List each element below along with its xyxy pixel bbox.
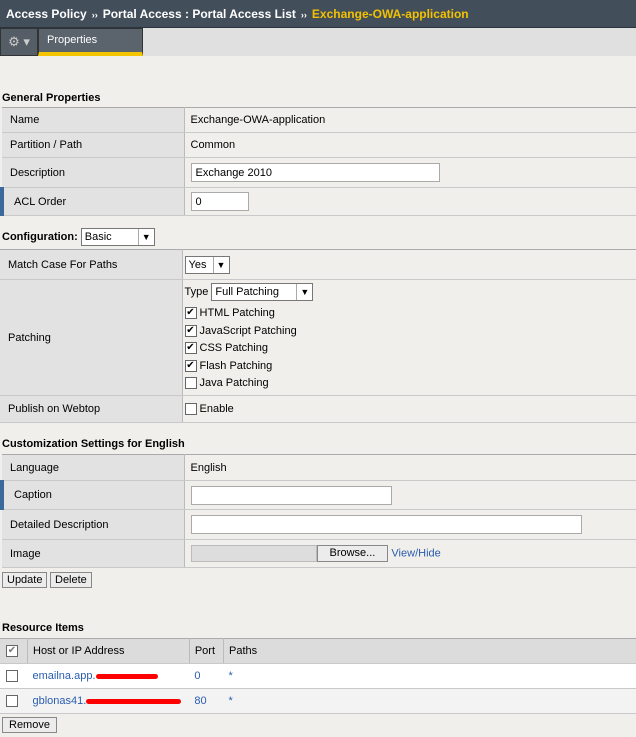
update-button[interactable]: Update — [2, 572, 48, 588]
tab-bar: ⚙ ▾ Properties — [0, 28, 636, 56]
option-label: Flash Patching — [199, 359, 273, 372]
delete-button[interactable]: Delete — [50, 572, 92, 588]
html-patching-option[interactable]: ✔ HTML Patching — [184, 304, 629, 322]
language-value: English — [184, 454, 636, 481]
tab-properties[interactable]: Properties — [38, 28, 143, 56]
row-checkbox[interactable] — [6, 670, 18, 683]
name-value: Exchange-OWA-application — [184, 107, 636, 133]
row-checkbox[interactable] — [6, 695, 18, 708]
general-properties-heading: General Properties — [2, 92, 101, 104]
configuration-value: Basic — [84, 231, 112, 243]
partition-value: Common — [184, 132, 636, 158]
patch-type-value: Full Patching — [215, 286, 279, 299]
general-properties-table: Name Exchange-OWA-application Partition /… — [0, 107, 636, 216]
name-label: Name — [2, 107, 185, 133]
partition-label: Partition / Path — [2, 132, 185, 158]
patch-type-select[interactable]: Full Patching ▼ — [211, 283, 314, 302]
image-file-field[interactable] — [190, 545, 317, 562]
checkbox-checked[interactable]: ✔ — [184, 324, 197, 337]
breadcrumb-current: Exchange-OWA-application — [311, 7, 469, 21]
caption-label: Caption — [0, 480, 185, 510]
view-hide-link[interactable]: View/Hide — [391, 547, 440, 559]
language-label: Language — [2, 454, 185, 481]
description-input[interactable] — [190, 163, 440, 182]
option-label: Java Patching — [199, 377, 269, 389]
breadcrumb: Access Policy ›› Portal Access : Portal Ac… — [0, 0, 636, 28]
paths-value: * — [223, 688, 636, 714]
redaction-mark — [95, 673, 158, 679]
checkbox-unchecked[interactable] — [184, 377, 197, 389]
option-label: HTML Patching — [199, 307, 275, 319]
paths-value: * — [223, 663, 636, 689]
chevron-down-icon: ▼ — [212, 256, 229, 273]
java-patching-option[interactable]: Java Patching — [184, 374, 629, 392]
option-label: CSS Patching — [199, 342, 268, 354]
breadcrumb-access-policy[interactable]: Access Policy — [6, 7, 87, 21]
patching-label: Patching — [0, 279, 183, 396]
chevron-down-icon: ▼ — [296, 284, 312, 301]
select-all-checkbox[interactable]: ✔ — [6, 645, 18, 658]
resource-items-heading: Resource Items — [2, 622, 84, 634]
configuration-label: Configuration: — [2, 231, 78, 243]
breadcrumb-separator: ›› — [91, 10, 98, 20]
detailed-description-label: Detailed Description — [2, 509, 185, 540]
breadcrumb-separator: ›› — [300, 10, 307, 20]
patch-type-label: Type — [184, 286, 209, 299]
host-link[interactable]: emailna.app. — [33, 670, 96, 682]
match-case-select[interactable]: Yes ▼ — [184, 255, 230, 274]
breadcrumb-portal-access-list[interactable]: Portal Access : Portal Access List — [103, 7, 296, 21]
column-host[interactable]: Host or IP Address — [27, 638, 190, 664]
table-row: gblonas41. 80 * — [0, 688, 636, 714]
configuration-select[interactable]: Basic ▼ — [80, 228, 155, 246]
remove-button[interactable]: Remove — [2, 717, 57, 733]
description-label: Description — [2, 157, 185, 188]
checkbox-checked[interactable]: ✔ — [184, 307, 197, 319]
acl-order-input[interactable] — [190, 192, 249, 211]
configuration-table: Match Case For Paths Yes ▼ Patching Type Fu… — [0, 249, 636, 423]
customization-table: Language English Caption Detailed Descrip… — [0, 454, 636, 568]
javascript-patching-option[interactable]: ✔ JavaScript Patching — [184, 322, 629, 340]
gear-menu-button[interactable]: ⚙ ▾ — [0, 28, 38, 56]
acl-order-label: ACL Order — [0, 187, 185, 216]
port-value: 80 — [189, 688, 224, 714]
checkbox-checked[interactable]: ✔ — [184, 359, 197, 372]
column-paths[interactable]: Paths — [223, 638, 636, 664]
customization-heading: Customization Settings for English — [2, 438, 185, 450]
caption-input[interactable] — [190, 485, 392, 505]
publish-enable-label: Enable — [199, 402, 234, 415]
publish-enable-checkbox[interactable] — [184, 403, 197, 416]
browse-button[interactable]: Browse... — [316, 545, 389, 562]
host-link[interactable]: gblonas41. — [33, 695, 87, 707]
image-label: Image — [2, 539, 185, 568]
flash-patching-option[interactable]: ✔ Flash Patching — [184, 357, 629, 375]
chevron-down-icon: ▼ — [137, 229, 154, 245]
css-patching-option[interactable]: ✔ CSS Patching — [184, 339, 629, 357]
publish-label: Publish on Webtop — [0, 395, 183, 423]
port-value: 0 — [189, 663, 224, 689]
match-case-value: Yes — [188, 258, 207, 271]
table-row: emailna.app. 0 * — [0, 663, 636, 689]
option-label: JavaScript Patching — [199, 324, 297, 337]
column-port[interactable]: Port — [189, 638, 225, 664]
detailed-description-input[interactable] — [190, 515, 582, 534]
resource-items-table: ✔ Host or IP Address Port Paths emailna.app… — [0, 638, 636, 714]
redaction-mark — [86, 698, 182, 704]
checkbox-checked[interactable]: ✔ — [184, 342, 197, 354]
match-case-label: Match Case For Paths — [0, 249, 183, 280]
